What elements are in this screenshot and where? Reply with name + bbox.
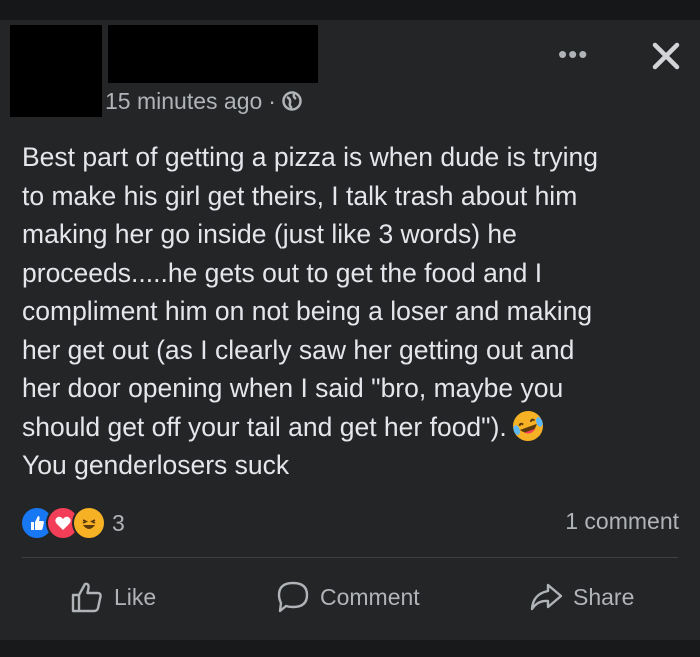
comment-label: Comment (320, 583, 420, 610)
share-arrow-icon (530, 583, 563, 611)
more-options-icon[interactable]: ••• (558, 41, 588, 67)
comment-button[interactable]: Comment (276, 575, 420, 619)
post-body: Best part of getting a pizza is when dud… (22, 142, 598, 442)
top-bar (0, 0, 700, 20)
reactions-summary[interactable]: 3 (20, 506, 125, 540)
share-button[interactable]: Share (529, 575, 634, 619)
author-name-redacted[interactable] (108, 25, 318, 83)
post-timestamp[interactable]: 15 minutes ago (105, 88, 262, 115)
post-text: Best part of getting a pizza is when dud… (22, 138, 682, 485)
reaction-count: 3 (112, 509, 125, 536)
laughing-crying-emoji-icon (512, 410, 543, 441)
post-meta: 15 minutes ago · (105, 88, 302, 114)
like-button[interactable]: Like (70, 575, 156, 619)
share-label: Share (573, 583, 635, 610)
post-tail: You genderlosers suck (22, 450, 290, 480)
bottom-bar (0, 640, 700, 657)
comment-bubble-icon (277, 581, 309, 613)
comment-count-link[interactable]: 1 comment (565, 508, 679, 535)
like-label: Like (114, 583, 157, 610)
divider (22, 557, 678, 558)
close-icon[interactable] (648, 38, 684, 74)
meta-separator: · (268, 87, 276, 114)
thumbs-up-icon (71, 582, 102, 613)
avatar-redacted[interactable] (10, 25, 102, 117)
haha-reaction-icon (72, 506, 106, 540)
post-actions: Like Comment Share (0, 575, 700, 619)
globe-icon[interactable] (282, 91, 302, 111)
